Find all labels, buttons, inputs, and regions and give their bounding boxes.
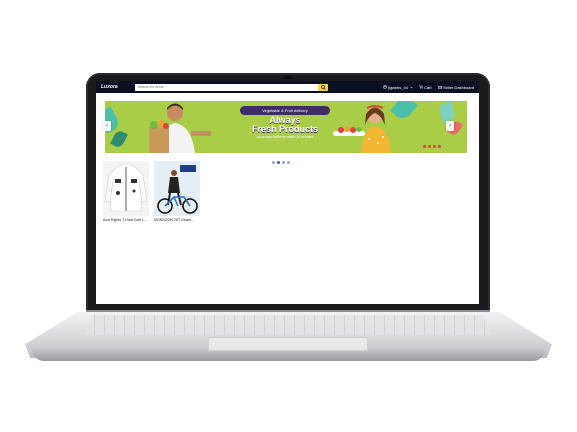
cart-icon [418, 85, 423, 89]
carousel-dots [272, 161, 290, 164]
banner-social-icons [423, 145, 441, 148]
cart-label: Cart [424, 84, 432, 90]
seller-label: Seller Dashboard [443, 84, 474, 90]
banner-tagline: All-around delivery within 30 minutes [256, 135, 314, 139]
social-icon[interactable] [438, 145, 441, 148]
product-card[interactable]: MONSOON 26T Gears... [154, 161, 200, 222]
product-name[interactable]: MONSOON 26T Gears... [154, 218, 200, 222]
search-input[interactable] [135, 83, 318, 91]
social-icon[interactable] [433, 145, 436, 148]
laptop-keyboard [85, 315, 491, 335]
headline-line2: Fresh Products [251, 124, 318, 134]
bicycle-image [154, 161, 200, 216]
man-with-groceries-illustration [145, 101, 215, 153]
search-bar [135, 83, 328, 91]
banner-headline: Always Fresh Products [223, 116, 347, 134]
seller-dashboard-button[interactable]: Seller Dashboard [437, 84, 474, 90]
leaf-decoration [110, 129, 128, 149]
girl-with-fruit-plate-illustration [333, 101, 403, 153]
carousel-dot[interactable] [287, 161, 290, 164]
chevron-down-icon [409, 86, 413, 88]
user-menu[interactable]: jigwebs_04 [382, 84, 413, 90]
carousel-prev-button[interactable]: ‹ [103, 121, 111, 131]
search-button[interactable] [318, 83, 328, 91]
product-image[interactable] [103, 161, 149, 216]
product-card[interactable]: Acid Rights T-Hold Cote L... [103, 161, 149, 222]
product-grid: Acid Rights T-Hold Cote L... MONSOON 26T… [103, 161, 200, 222]
user-label: jigwebs_04 [388, 84, 409, 90]
product-image[interactable] [154, 161, 200, 216]
laptop-touchpad [208, 337, 368, 351]
product-name[interactable]: Acid Rights T-Hold Cote L... [103, 218, 149, 222]
search-icon [320, 84, 326, 90]
navbar: Luxora jigwebs_04 [96, 81, 479, 93]
banner-slide[interactable]: Vegetable & Fruit delivery Always Fresh … [105, 101, 467, 153]
carousel-dot-active[interactable] [277, 161, 280, 164]
carousel-dot[interactable] [282, 161, 285, 164]
promo-pill: Vegetable & Fruit delivery [240, 106, 330, 115]
brand-logo[interactable]: Luxora [101, 84, 129, 90]
leaf-decoration [437, 101, 457, 123]
laptop-screen: Luxora jigwebs_04 [96, 81, 479, 304]
carousel-next-button[interactable]: › [446, 121, 454, 131]
jacket-image [104, 163, 148, 212]
social-icon[interactable] [423, 145, 426, 148]
cart-button[interactable]: Cart [418, 84, 432, 90]
user-icon [382, 85, 387, 89]
social-icon[interactable] [428, 145, 431, 148]
store-icon [437, 85, 442, 89]
carousel-dot[interactable] [272, 161, 275, 164]
hero-carousel: Vegetable & Fruit delivery Always Fresh … [96, 95, 479, 164]
webcam [284, 76, 292, 79]
